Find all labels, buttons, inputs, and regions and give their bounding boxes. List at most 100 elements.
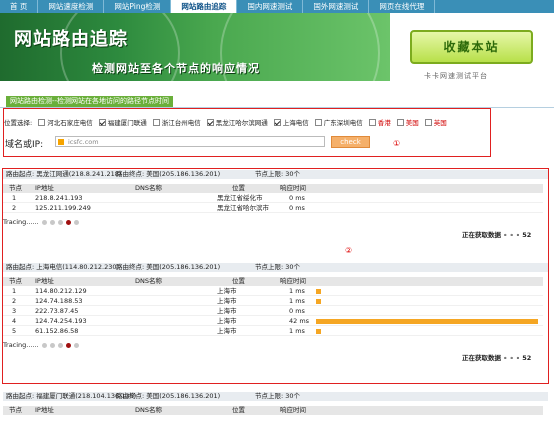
location-checkbox[interactable] — [206, 118, 214, 126]
column-header: DNS名称 — [135, 277, 162, 285]
location: 黑龙江省哈尔滨市 — [217, 204, 269, 212]
trace-header-field: 路由起点: 上海电信(114.80.212.230) — [6, 263, 120, 271]
annotation-marker-2: ② — [345, 246, 353, 255]
location: 上海市 — [217, 307, 237, 315]
table-header: 节点 IP地址 DNS名称 位置 响应时间 — [3, 406, 543, 415]
node-number: 2 — [12, 204, 17, 212]
tracing-indicator: Tracing...... — [3, 341, 79, 349]
location-option-label[interactable]: 上海电信 — [283, 117, 309, 127]
banner-title: 网站路由追踪 — [14, 29, 128, 50]
search-form — [3, 108, 491, 157]
check-button[interactable]: check — [331, 136, 370, 148]
progress-dot — [41, 219, 47, 225]
ip-address: 218.8.241.193 — [35, 194, 83, 202]
location-option-label[interactable]: 美国 — [406, 117, 419, 127]
page-tagline: 网站路由检测--检测网站在各地访问的路径节点时间 — [6, 96, 174, 107]
location-checkbox[interactable] — [314, 118, 322, 126]
loading-status: 正在获取数据 ∘ ∘ ∘ 52 — [462, 231, 532, 239]
location-checkbox[interactable] — [368, 118, 376, 126]
banner: 网站路由追踪 检测网站至各个节点的响应情况 — [0, 13, 390, 81]
response-time: 1 ms — [289, 327, 305, 335]
response-time: 0 ms — [289, 194, 305, 202]
nav-tab[interactable]: 网页在线代理 — [369, 0, 436, 13]
progress-dot — [73, 219, 79, 225]
trace-header: 路由起点: 福建厦门联通(218.104.136.135) 路由终点: 美国(20… — [3, 392, 548, 401]
site-icon — [58, 139, 64, 145]
column-header: 位置 — [232, 277, 245, 285]
location: 上海市 — [217, 297, 237, 305]
domain-input[interactable]: icsfc.com — [55, 136, 325, 147]
ip-address: 124.74.254.193 — [35, 317, 87, 325]
location-selector: 位置选择: 河北石家庄电信 福建厦门联通 浙江台州电信 黑龙江哈尔滨网通 上海电信 广东深… — [4, 117, 447, 127]
table-row: 4 124.74.254.193 上海市 42 ms — [3, 317, 543, 326]
location-checkbox[interactable] — [98, 118, 106, 126]
trace-header-field: 路由终点: 美国(205.186.136.201) — [116, 392, 221, 400]
progress-dot — [57, 342, 63, 348]
response-bar — [316, 319, 538, 324]
column-header: 节点 — [9, 184, 22, 192]
location-option-label[interactable]: 黑龙江哈尔滨网通 — [216, 117, 268, 127]
node-number: 1 — [12, 287, 17, 295]
node-number: 3 — [12, 307, 17, 315]
column-header: 响应时间 — [280, 277, 306, 285]
banner-subtitle: 检测网站至各个节点的响应情况 — [92, 62, 260, 75]
location-option-label[interactable]: 浙江台州电信 — [162, 117, 201, 127]
column-header: IP地址 — [35, 406, 54, 414]
response-time: 42 ms — [289, 317, 310, 325]
domain-input-value: icsfc.com — [68, 138, 99, 146]
location-label: 位置选择: — [4, 119, 33, 127]
table-row: 1 114.80.212.129 上海市 1 ms — [3, 287, 543, 296]
column-header: DNS名称 — [135, 184, 162, 192]
response-time: 0 ms — [289, 204, 305, 212]
nav-tab[interactable]: 网站路由追踪 — [171, 0, 238, 13]
location-option-label[interactable]: 英国 — [434, 117, 447, 127]
favorite-button[interactable]: 收藏本站 — [410, 30, 533, 64]
nav-tab[interactable]: 国外网速测试 — [303, 0, 370, 13]
location-checkbox[interactable] — [396, 118, 404, 126]
progress-dot — [49, 219, 55, 225]
location-checkbox[interactable] — [38, 118, 46, 126]
nav-tab[interactable]: 国内网速测试 — [237, 0, 304, 13]
column-header: IP地址 — [35, 184, 54, 192]
location-checkbox[interactable] — [273, 118, 281, 126]
loading-status: 正在获取数据 ∘ ∘ ∘ 52 — [462, 354, 532, 362]
table-row: 5 61.152.86.58 上海市 1 ms — [3, 327, 543, 336]
nav-tab[interactable]: 网站Ping检测 — [104, 0, 172, 13]
tracing-label: Tracing...... — [3, 341, 39, 349]
location-option-label[interactable]: 香港 — [378, 117, 391, 127]
ip-address: 124.74.188.53 — [35, 297, 83, 305]
location-option-label[interactable]: 河北石家庄电信 — [47, 117, 93, 127]
location-option-label[interactable]: 广东深圳电信 — [324, 117, 363, 127]
response-time: 1 ms — [289, 287, 305, 295]
location-option-label[interactable]: 福建厦门联通 — [108, 117, 147, 127]
column-header: IP地址 — [35, 277, 54, 285]
ip-address: 114.80.212.129 — [35, 287, 87, 295]
trace-header-field: 节点上限: 30个 — [255, 263, 301, 271]
location: 上海市 — [217, 287, 237, 295]
column-header: 节点 — [9, 406, 22, 414]
response-time: 0 ms — [289, 307, 305, 315]
column-header: 位置 — [232, 406, 245, 414]
table-row: 2 124.74.188.53 上海市 1 ms — [3, 297, 543, 306]
tracing-indicator: Tracing...... — [3, 218, 79, 226]
node-number: 2 — [12, 297, 17, 305]
nav-tab[interactable]: 首 页 — [0, 0, 39, 13]
domain-label: 域名或IP: — [5, 140, 44, 150]
trace-header-field: 节点上限: 30个 — [255, 392, 301, 400]
slogan: 卡卡网速测试平台 — [424, 72, 488, 80]
column-header: 节点 — [9, 277, 22, 285]
table-header: 节点 IP地址 DNS名称 位置 响应时间 — [3, 184, 543, 193]
progress-dot — [65, 219, 71, 225]
node-number: 1 — [12, 194, 17, 202]
location-checkbox[interactable] — [152, 118, 160, 126]
progress-dot — [57, 219, 63, 225]
location-checkbox[interactable] — [424, 118, 432, 126]
column-header: DNS名称 — [135, 406, 162, 414]
ip-address: 222.73.87.45 — [35, 307, 79, 315]
node-number: 4 — [12, 317, 17, 325]
ip-address: 61.152.86.58 — [35, 327, 79, 335]
nav-tab[interactable]: 网站速度检测 — [38, 0, 105, 13]
response-time: 1 ms — [289, 297, 305, 305]
node-number: 5 — [12, 327, 17, 335]
location: 上海市 — [217, 327, 237, 335]
